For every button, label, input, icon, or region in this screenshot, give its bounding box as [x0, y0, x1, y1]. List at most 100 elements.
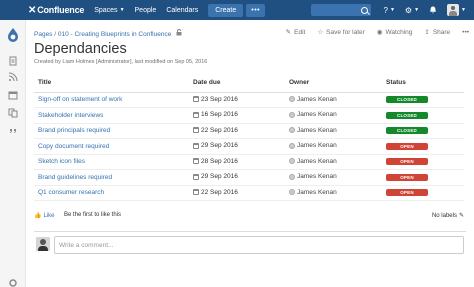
pages-tree-icon[interactable]: [8, 108, 18, 118]
gear-icon: ⚙: [404, 5, 413, 15]
row-title-cell: Brand guidelines required: [34, 169, 189, 186]
user-menu[interactable]: ▼: [447, 4, 466, 16]
comment-area: Write a comment...: [34, 231, 466, 261]
chevron-down-icon: ▼: [119, 7, 125, 13]
user-icon: [289, 142, 295, 149]
header-right-icons: ? ▼ ⚙ ▼ ▼: [384, 0, 466, 20]
row-owner: James Kenan: [297, 111, 337, 118]
comment-input[interactable]: Write a comment...: [54, 236, 464, 254]
row-date: 22 Sep 2016: [201, 188, 238, 196]
space-settings-icon[interactable]: [8, 278, 18, 287]
chevron-down-icon: ▼: [461, 7, 466, 13]
column-header-owner[interactable]: Owner: [285, 74, 382, 93]
table-row: Brand guidelines required 29 Sep 2016 Jame…: [34, 169, 464, 186]
user-mention[interactable]: James Kenan: [289, 96, 337, 103]
row-title-link[interactable]: Brand principals required: [38, 127, 110, 134]
date-lozenge[interactable]: 22 Sep 2016: [193, 127, 238, 134]
row-date-cell: 22 Sep 2016: [189, 123, 285, 139]
notifications-button[interactable]: [429, 6, 437, 14]
calendar-icon: [193, 111, 199, 118]
user-mention[interactable]: James Kenan: [289, 189, 337, 196]
row-date: 28 Sep 2016: [201, 157, 238, 165]
user-icon: [289, 127, 295, 133]
row-owner-cell: James Kenan: [285, 138, 382, 155]
row-title-link[interactable]: Copy document required: [38, 143, 109, 150]
labels-text: No labels: [431, 212, 457, 219]
user-mention[interactable]: James Kenan: [289, 158, 337, 165]
create-button[interactable]: Create: [208, 3, 244, 17]
row-status-cell: OPEN: [382, 138, 464, 155]
lock-icon[interactable]: [176, 29, 182, 38]
help-icon: ?: [383, 5, 388, 15]
row-status-cell: OPEN: [382, 154, 464, 170]
thumbs-up-icon: 👍: [34, 213, 42, 219]
row-date: 16 Sep 2016: [201, 111, 238, 118]
share-button[interactable]: ⇪ Share: [424, 28, 451, 37]
date-lozenge[interactable]: 16 Sep 2016: [193, 111, 238, 118]
row-title-cell: Sign-off on statement of work: [34, 92, 189, 108]
share-label: Share: [432, 28, 451, 36]
date-lozenge[interactable]: 29 Sep 2016: [193, 142, 238, 149]
row-title-link[interactable]: Sign-off on statement of work: [38, 96, 122, 103]
user-mention[interactable]: James Kenan: [289, 142, 337, 149]
calendar-icon[interactable]: [8, 90, 18, 100]
user-icon: [289, 158, 295, 164]
table-row: Stakeholder interviews 16 Sep 2016 James K…: [34, 107, 464, 124]
confluence-logo[interactable]: ✕ Confluence: [28, 5, 84, 16]
column-header-title[interactable]: Title: [34, 74, 189, 93]
more-button[interactable]: •••: [246, 3, 266, 17]
breadcrumb-item-pages[interactable]: Pages: [34, 31, 52, 38]
status-badge: CLOSED: [386, 127, 428, 135]
settings-button[interactable]: ⚙ ▼: [405, 6, 419, 15]
date-lozenge[interactable]: 22 Sep 2016: [193, 189, 238, 196]
row-title-link[interactable]: Q1 consumer research: [38, 189, 104, 196]
user-mention[interactable]: James Kenan: [289, 127, 337, 134]
row-date: 29 Sep 2016: [201, 173, 238, 180]
status-badge: OPEN: [386, 158, 428, 166]
user-icon: [289, 189, 295, 195]
space-logo-icon[interactable]: [7, 28, 19, 42]
avatar: [447, 4, 460, 16]
user-icon: [289, 111, 295, 118]
pencil-icon[interactable]: ✎: [459, 212, 464, 219]
nav-calendars[interactable]: Calendars: [166, 7, 198, 14]
breadcrumb-item-parent[interactable]: 010 - Creating Blueprints in Confluence: [58, 31, 171, 38]
logo-text: Confluence: [37, 5, 85, 15]
row-title-link[interactable]: Brand guidelines required: [38, 174, 112, 181]
pencil-icon: ✎: [285, 29, 292, 36]
table-row: Sketch icon files 28 Sep 2016 James Kenan O…: [34, 154, 464, 170]
date-lozenge[interactable]: 28 Sep 2016: [193, 158, 238, 165]
date-lozenge[interactable]: 23 Sep 2016: [193, 96, 238, 103]
column-header-status[interactable]: Status: [382, 74, 464, 93]
save-for-later-button[interactable]: ☆ Save for later: [317, 28, 365, 37]
nav-spaces[interactable]: Spaces ▼: [94, 7, 124, 14]
nav-people[interactable]: People: [135, 7, 157, 14]
row-date-cell: 16 Sep 2016: [189, 107, 285, 124]
row-title-link[interactable]: Stakeholder interviews: [38, 112, 103, 119]
help-button[interactable]: ? ▼: [384, 6, 395, 15]
user-mention[interactable]: James Kenan: [289, 111, 337, 118]
row-title-link[interactable]: Sketch icon files: [38, 158, 85, 165]
watching-button[interactable]: ◉ Watching: [377, 28, 413, 37]
edit-button[interactable]: ✎ Edit: [285, 28, 306, 37]
column-header-date-due[interactable]: Date due: [189, 74, 285, 93]
nav-calendars-label: Calendars: [166, 6, 199, 14]
user-icon: [289, 173, 295, 180]
page-byline: Created by Liam Holmes [Administrator], …: [34, 59, 208, 65]
sidebar: [0, 20, 26, 287]
quote-icon[interactable]: [8, 126, 18, 136]
like-button[interactable]: 👍 Like: [34, 212, 55, 220]
table-row: Brand principals required 22 Sep 2016 Jame…: [34, 123, 464, 139]
rss-icon[interactable]: [8, 72, 18, 82]
page-icon[interactable]: [8, 56, 18, 66]
user-mention[interactable]: James Kenan: [289, 173, 337, 180]
page-title: Dependancies: [34, 41, 127, 57]
table-row: Q1 consumer research 22 Sep 2016 James Ken…: [34, 185, 464, 201]
labels: No labels ✎: [431, 212, 464, 220]
more-actions-button[interactable]: •••: [462, 28, 469, 36]
chevron-down-icon: ▼: [414, 7, 420, 13]
date-lozenge[interactable]: 29 Sep 2016: [193, 173, 238, 180]
row-status-cell: CLOSED: [382, 107, 464, 124]
search-input[interactable]: [311, 4, 371, 16]
row-owner: James Kenan: [297, 142, 337, 149]
